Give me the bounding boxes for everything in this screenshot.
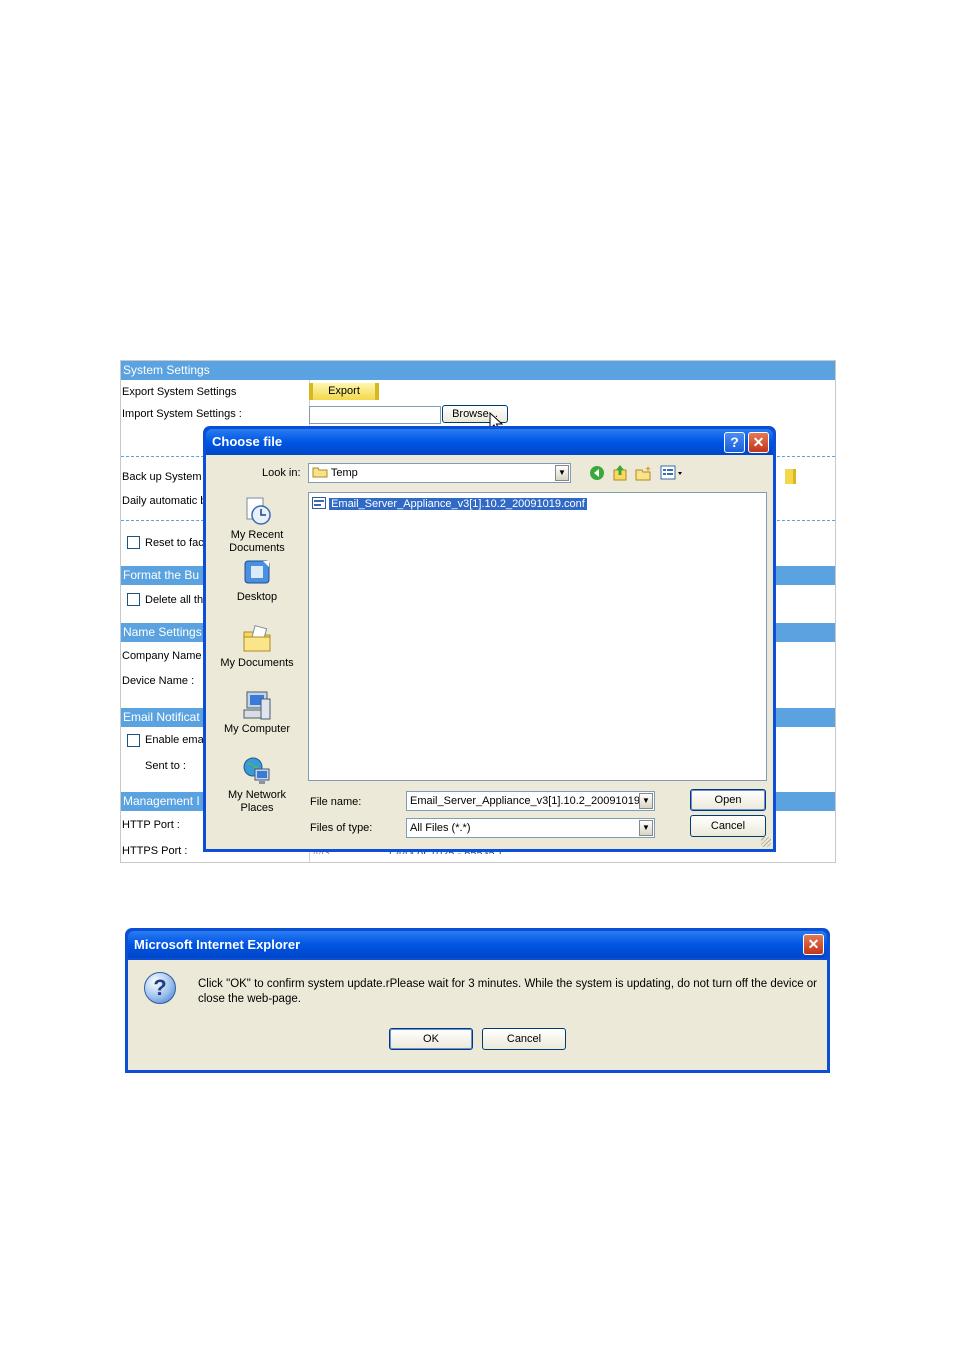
dialog-body: Look in: Temp ▼ My Recent Documents Desk… <box>206 455 773 849</box>
backup-button-edge[interactable] <box>785 469 796 484</box>
place-label: My Recent Documents <box>229 529 285 554</box>
help-icon[interactable]: ? <box>724 432 745 453</box>
place-label: My Computer <box>223 723 291 735</box>
place-label: Desktop <box>236 591 278 603</box>
chevron-down-icon[interactable]: ▼ <box>555 465 569 481</box>
config-file-icon <box>312 497 326 509</box>
look-in-label: Look in: <box>262 467 301 479</box>
selected-file-name: Email_Server_Appliance_v3[1].10.2_200910… <box>329 498 587 510</box>
enable-email-checkbox[interactable] <box>127 734 140 747</box>
company-name-label: Company Name : <box>122 650 208 662</box>
https-port-label: HTTPS Port : <box>122 845 188 857</box>
device-name-label: Device Name : <box>122 675 195 687</box>
reset-factory-checkbox[interactable] <box>127 536 140 549</box>
sent-to-label: Sent to : <box>145 760 186 772</box>
dialog-title: Choose file <box>212 434 283 449</box>
place-label: My Documents <box>220 657 294 669</box>
dialog-title: Microsoft Internet Explorer <box>134 937 301 952</box>
place-label: My Network Places <box>227 789 287 814</box>
open-button[interactable]: Open <box>690 789 766 811</box>
recent-documents-icon <box>241 495 273 527</box>
ok-button[interactable]: OK <box>389 1028 473 1050</box>
desktop-icon <box>241 557 273 589</box>
backup-system-label: Back up System <box>122 471 202 483</box>
daily-backup-label: Daily automatic b <box>122 495 207 507</box>
section-header-system-settings: System Settings <box>121 361 835 380</box>
dialog-body: ? Click "OK" to confirm system update.rP… <box>128 960 827 1070</box>
ie-confirm-dialog: Microsoft Internet Explorer ✕ ? Click "O… <box>125 928 830 1073</box>
delete-all-checkbox[interactable] <box>127 593 140 606</box>
back-icon[interactable] <box>589 465 605 481</box>
file-list[interactable]: Email_Server_Appliance_v3[1].10.2_200910… <box>308 492 767 781</box>
folder-icon <box>312 467 328 478</box>
view-menu-icon[interactable] <box>660 465 684 481</box>
import-settings-label: Import System Settings : <box>122 408 242 420</box>
place-my-documents[interactable]: My Documents <box>212 623 302 670</box>
dialog-titlebar: Microsoft Internet Explorer ✕ <box>128 931 827 958</box>
cancel-button[interactable]: Cancel <box>690 815 766 837</box>
http-port-label: HTTP Port : <box>122 819 180 831</box>
my-documents-icon <box>241 623 273 655</box>
file-name-label: File name: <box>310 796 362 808</box>
files-of-type-label: Files of type: <box>310 822 373 834</box>
chevron-down-icon[interactable]: ▼ <box>639 820 653 836</box>
up-folder-icon[interactable] <box>612 464 628 481</box>
network-places-icon <box>241 755 273 787</box>
resize-grip-icon[interactable] <box>761 837 771 847</box>
confirm-message: Click "OK" to confirm system update.rPle… <box>198 978 818 1005</box>
export-button[interactable]: Export <box>309 383 379 400</box>
place-desktop[interactable]: Desktop <box>212 557 302 604</box>
files-of-type-select[interactable]: All Files (*.*) ▼ <box>406 818 655 838</box>
chevron-down-icon[interactable]: ▼ <box>639 793 653 809</box>
list-item[interactable]: Email_Server_Appliance_v3[1].10.2_200910… <box>312 497 587 512</box>
look-in-value: Temp <box>330 467 358 479</box>
delete-all-label: Delete all th <box>145 594 204 606</box>
new-folder-icon[interactable] <box>635 465 653 481</box>
dialog-titlebar: Choose file ? ✕ <box>206 429 773 455</box>
export-settings-label: Export System Settings <box>122 386 237 398</box>
cancel-button[interactable]: Cancel <box>482 1028 566 1050</box>
look-in-select[interactable]: Temp ▼ <box>308 463 571 483</box>
files-of-type-value: All Files (*.*) <box>410 822 471 834</box>
question-icon: ? <box>144 972 176 1004</box>
import-file-input[interactable] <box>309 406 441 424</box>
choose-file-dialog: Choose file ? ✕ Look in: Temp ▼ My Recen… <box>203 426 776 852</box>
place-recent-documents[interactable]: My Recent Documents <box>212 495 302 555</box>
places-bar: My Recent Documents Desktop My Documents… <box>212 491 302 821</box>
my-computer-icon <box>241 689 273 721</box>
enable-email-label: Enable emai <box>145 734 207 746</box>
close-icon[interactable]: ✕ <box>803 934 824 955</box>
place-network-places[interactable]: My Network Places <box>212 755 302 815</box>
close-icon[interactable]: ✕ <box>748 432 769 453</box>
reset-factory-label: Reset to fac <box>145 537 204 549</box>
place-my-computer[interactable]: My Computer <box>212 689 302 736</box>
file-name-value: Email_Server_Appliance_v3[1].10.2_200910… <box>410 795 640 807</box>
file-name-input[interactable]: Email_Server_Appliance_v3[1].10.2_200910… <box>406 791 655 811</box>
